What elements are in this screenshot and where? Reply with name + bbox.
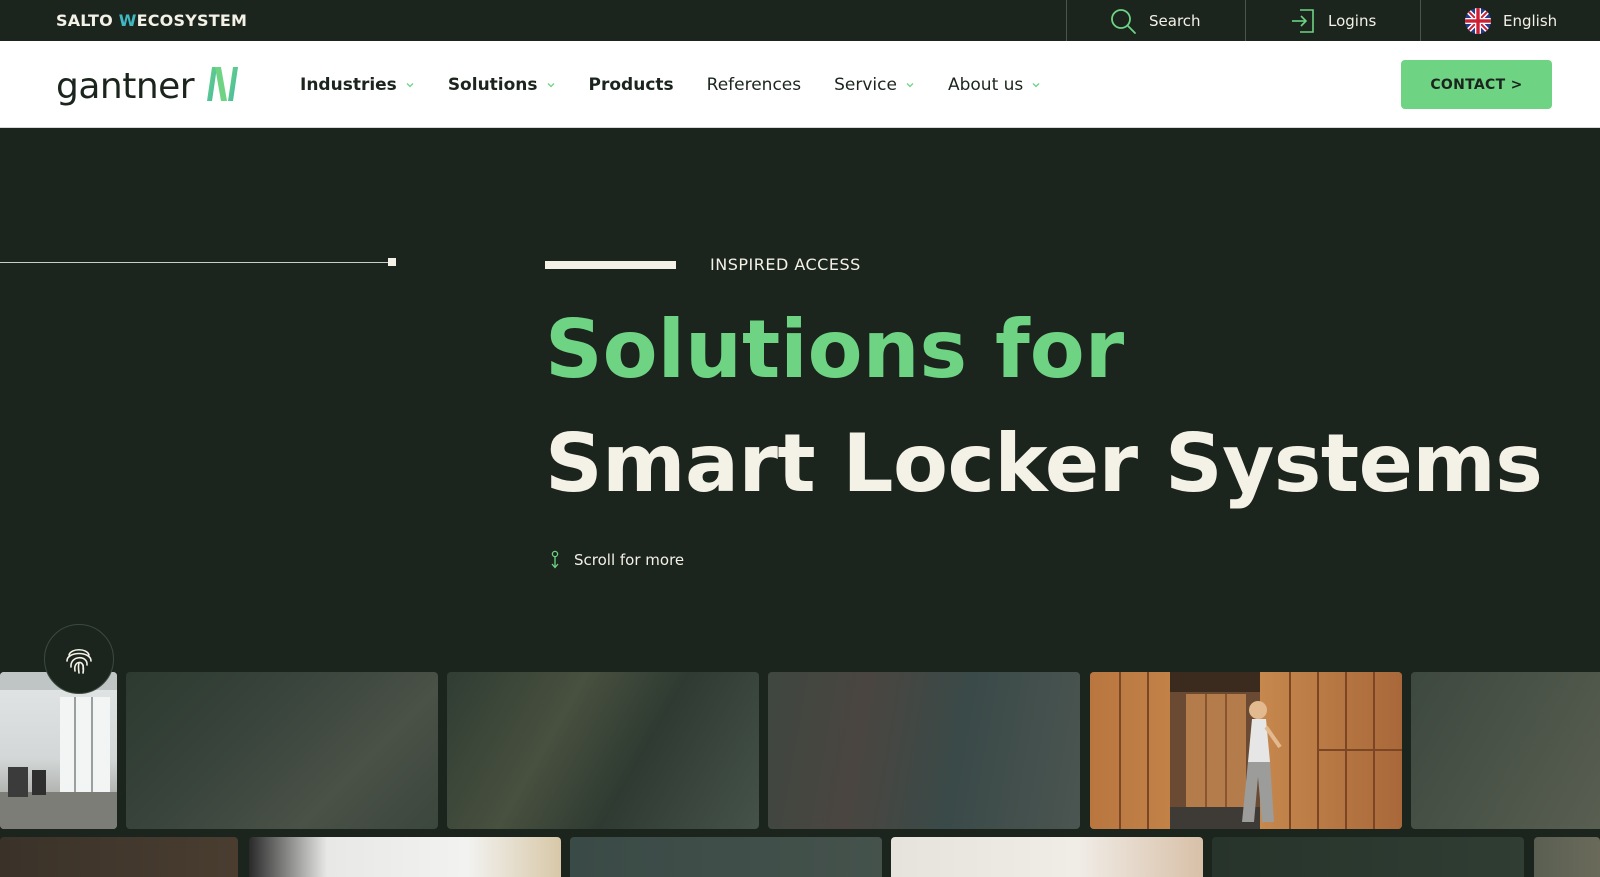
- language-label: English: [1503, 11, 1558, 30]
- image-strip-row2: [0, 837, 1600, 877]
- nav-item-label: References: [706, 74, 802, 95]
- fingerprint-icon: [66, 648, 92, 674]
- eyebrow-bar: [545, 261, 676, 269]
- image-tile-row2-lockers[interactable]: [891, 837, 1203, 877]
- gantner-n-logo-icon: [207, 67, 239, 101]
- logo-text: gantner: [56, 66, 195, 107]
- main-navbar: gantner Industries Solutions Products Re…: [0, 41, 1600, 128]
- image-strip: [0, 672, 1600, 829]
- image-tile-row2-6[interactable]: [1534, 837, 1600, 877]
- salto-w-mark: W: [118, 11, 137, 30]
- scroll-for-more[interactable]: Scroll for more: [550, 550, 684, 570]
- nav-item-references[interactable]: References: [707, 75, 801, 95]
- uk-flag-icon: [1465, 7, 1491, 34]
- primary-nav: Industries Solutions Products References…: [300, 41, 1074, 128]
- topbar-language-selector[interactable]: English: [1420, 0, 1600, 41]
- salto-ecosystem-brand[interactable]: SALTO WECOSYSTEM: [56, 0, 247, 41]
- chevron-down-icon: [906, 82, 914, 87]
- nav-item-label: About us: [947, 74, 1024, 95]
- decorative-line: [0, 262, 388, 263]
- image-tile-6[interactable]: [1411, 672, 1600, 829]
- image-tile-row2-3[interactable]: [570, 837, 882, 877]
- image-tile-office[interactable]: [0, 672, 117, 829]
- image-tile-row2-5[interactable]: [1212, 837, 1524, 877]
- search-label: Search: [1149, 11, 1201, 30]
- scroll-indicator-icon: [551, 550, 559, 569]
- nav-item-label: Industries: [300, 74, 397, 95]
- image-tile-4[interactable]: [768, 672, 1080, 829]
- nav-item-label: Service: [834, 74, 897, 95]
- nav-item-label: Products: [588, 74, 674, 95]
- scroll-label: Scroll for more: [574, 551, 685, 569]
- logins-label: Logins: [1328, 11, 1377, 30]
- search-icon: [1111, 8, 1136, 34]
- salto-prefix: SALTO: [56, 11, 119, 30]
- top-bar: SALTO WECOSYSTEM Search Logins English: [0, 0, 1600, 41]
- salto-suffix: ECOSYSTEM: [136, 11, 248, 30]
- image-tile-row2-office[interactable]: [249, 837, 561, 877]
- hero-headline-line1: Solutions for: [545, 303, 1125, 396]
- hero-headline-line2: Smart Locker Systems: [545, 417, 1543, 510]
- image-tile-locker-room[interactable]: [1090, 672, 1402, 829]
- nav-item-industries[interactable]: Industries: [300, 75, 415, 95]
- contact-button[interactable]: CONTACT >: [1401, 60, 1552, 109]
- login-icon: [1292, 8, 1314, 33]
- topbar-logins-button[interactable]: Logins: [1245, 0, 1420, 41]
- nav-item-about-us[interactable]: About us: [948, 75, 1041, 95]
- image-tile-2[interactable]: [126, 672, 438, 829]
- gantner-logo[interactable]: gantner: [56, 61, 239, 107]
- chevron-down-icon: [406, 82, 414, 87]
- hero-eyebrow: INSPIRED ACCESS: [710, 255, 861, 274]
- office-image: [0, 672, 117, 829]
- image-tile-3[interactable]: [447, 672, 759, 829]
- topbar-search-button[interactable]: Search: [1066, 0, 1245, 41]
- fingerprint-button[interactable]: [44, 624, 114, 694]
- nav-item-solutions[interactable]: Solutions: [448, 75, 556, 95]
- nav-item-label: Solutions: [447, 74, 538, 95]
- chevron-down-icon: [547, 82, 554, 87]
- locker-room-image: [1090, 672, 1402, 829]
- image-tile-row2-1[interactable]: [0, 837, 238, 877]
- decorative-square: [388, 258, 396, 266]
- chevron-down-icon: [1032, 82, 1040, 87]
- nav-item-service[interactable]: Service: [834, 75, 915, 95]
- nav-item-products[interactable]: Products: [589, 75, 674, 95]
